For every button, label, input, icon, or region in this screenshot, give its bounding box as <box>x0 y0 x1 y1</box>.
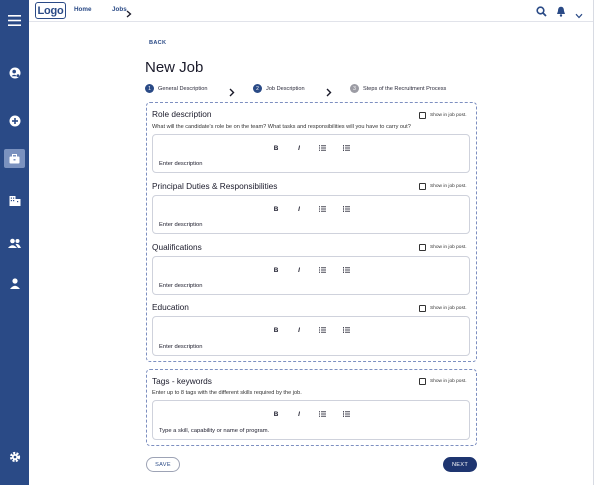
bullet-list-icon[interactable] <box>317 143 327 153</box>
chevron-down-icon[interactable] <box>575 6 583 24</box>
checkbox-label: Show in job post. <box>430 183 467 189</box>
breadcrumb-home[interactable]: Home <box>74 6 92 13</box>
bold-button[interactable]: B <box>271 143 281 153</box>
step-label: General Description <box>158 85 208 92</box>
show-in-post-toggle[interactable]: Show in job post. <box>419 182 467 190</box>
editor-placeholder: Enter description <box>159 283 203 289</box>
editor-qualifications[interactable]: B I Enter description <box>152 256 470 295</box>
bold-button[interactable]: B <box>271 409 281 419</box>
editor-toolbar: B I <box>153 265 469 275</box>
bullet-list-icon[interactable] <box>317 265 327 275</box>
step-number: 1 <box>145 84 154 93</box>
step-recruitment-process[interactable]: 3 Steps of the Recruitment Process <box>350 84 446 93</box>
checkbox-label: Show in job post. <box>430 112 467 118</box>
checkbox-label: Show in job post. <box>430 244 467 250</box>
show-in-post-toggle[interactable]: Show in job post. <box>419 111 467 119</box>
page-title: New Job <box>145 59 204 76</box>
section-help-text: What will the candidate's role be on the… <box>152 124 411 130</box>
checkbox[interactable] <box>419 182 426 190</box>
show-in-post-toggle[interactable]: Show in job post. <box>419 304 467 312</box>
numbered-list-icon[interactable] <box>341 409 351 419</box>
menu-icon[interactable] <box>7 13 22 28</box>
editor-tags[interactable]: B I Type a skill, capability or name of … <box>152 400 470 440</box>
editor-placeholder: Enter description <box>159 161 203 167</box>
save-button[interactable]: SAVE <box>146 457 180 472</box>
editor-toolbar: B I <box>153 325 469 335</box>
numbered-list-icon[interactable] <box>341 325 351 335</box>
user-settings-icon[interactable] <box>7 65 22 80</box>
next-button[interactable]: NEXT <box>443 457 477 472</box>
editor-education[interactable]: B I Enter description <box>152 316 470 356</box>
checkbox[interactable] <box>419 304 426 312</box>
checkbox-label: Show in job post. <box>430 305 467 311</box>
bell-icon[interactable] <box>556 4 566 22</box>
bold-button[interactable]: B <box>271 325 281 335</box>
checkbox-label: Show in job post. <box>430 378 467 384</box>
checkbox[interactable] <box>419 111 426 119</box>
section-title-education: Education <box>152 302 189 312</box>
italic-button[interactable]: I <box>294 325 304 335</box>
section-title-role-description: Role description <box>152 109 212 119</box>
section-help-text: Enter up to 8 tags with the different sk… <box>152 390 302 396</box>
sidebar <box>0 0 29 485</box>
numbered-list-icon[interactable] <box>341 143 351 153</box>
back-link[interactable]: BACK <box>149 40 166 46</box>
bullet-list-icon[interactable] <box>317 204 327 214</box>
search-icon[interactable] <box>536 4 547 22</box>
editor-toolbar: B I <box>153 204 469 214</box>
editor-role-description[interactable]: B I Enter description <box>152 134 470 173</box>
section-title-qualifications: Qualifications <box>152 242 202 252</box>
numbered-list-icon[interactable] <box>341 265 351 275</box>
step-number: 3 <box>350 84 359 93</box>
people-icon[interactable] <box>7 235 22 250</box>
show-in-post-toggle[interactable]: Show in job post. <box>419 243 467 251</box>
top-bar: Logo Home Jobs <box>29 0 594 22</box>
person-icon[interactable] <box>7 276 22 291</box>
checkbox[interactable] <box>419 377 426 385</box>
italic-button[interactable]: I <box>294 204 304 214</box>
editor-placeholder: Enter description <box>159 344 203 350</box>
gear-icon[interactable] <box>7 449 22 464</box>
step-general-description[interactable]: 1 General Description <box>145 84 207 93</box>
building-icon[interactable] <box>7 193 22 208</box>
editor-principal-duties[interactable]: B I Enter description <box>152 195 470 234</box>
checkbox[interactable] <box>419 243 426 251</box>
breadcrumb-jobs[interactable]: Jobs <box>112 6 127 13</box>
bullet-list-icon[interactable] <box>317 409 327 419</box>
step-number: 2 <box>253 84 262 93</box>
step-chevron-icon <box>326 84 332 102</box>
step-label: Steps of the Recruitment Process <box>363 85 447 92</box>
show-in-post-toggle[interactable]: Show in job post. <box>419 377 467 385</box>
bold-button[interactable]: B <box>271 204 281 214</box>
step-chevron-icon <box>229 84 235 102</box>
step-label: Job Description <box>266 85 305 92</box>
step-job-description[interactable]: 2 Job Description <box>253 84 305 93</box>
section-title-principal-duties: Principal Duties & Responsibilities <box>152 181 278 191</box>
add-circle-icon[interactable] <box>7 113 22 128</box>
briefcase-icon[interactable] <box>4 149 25 168</box>
editor-toolbar: B I <box>153 143 469 153</box>
editor-toolbar: B I <box>153 409 469 419</box>
bold-button[interactable]: B <box>271 265 281 275</box>
italic-button[interactable]: I <box>294 409 304 419</box>
section-title-tags: Tags - keywords <box>152 376 212 386</box>
editor-placeholder: Type a skill, capability or name of prog… <box>159 428 270 434</box>
italic-button[interactable]: I <box>294 143 304 153</box>
italic-button[interactable]: I <box>294 265 304 275</box>
bullet-list-icon[interactable] <box>317 325 327 335</box>
logo[interactable]: Logo <box>35 2 66 19</box>
editor-placeholder: Enter description <box>159 222 203 228</box>
numbered-list-icon[interactable] <box>341 204 351 214</box>
